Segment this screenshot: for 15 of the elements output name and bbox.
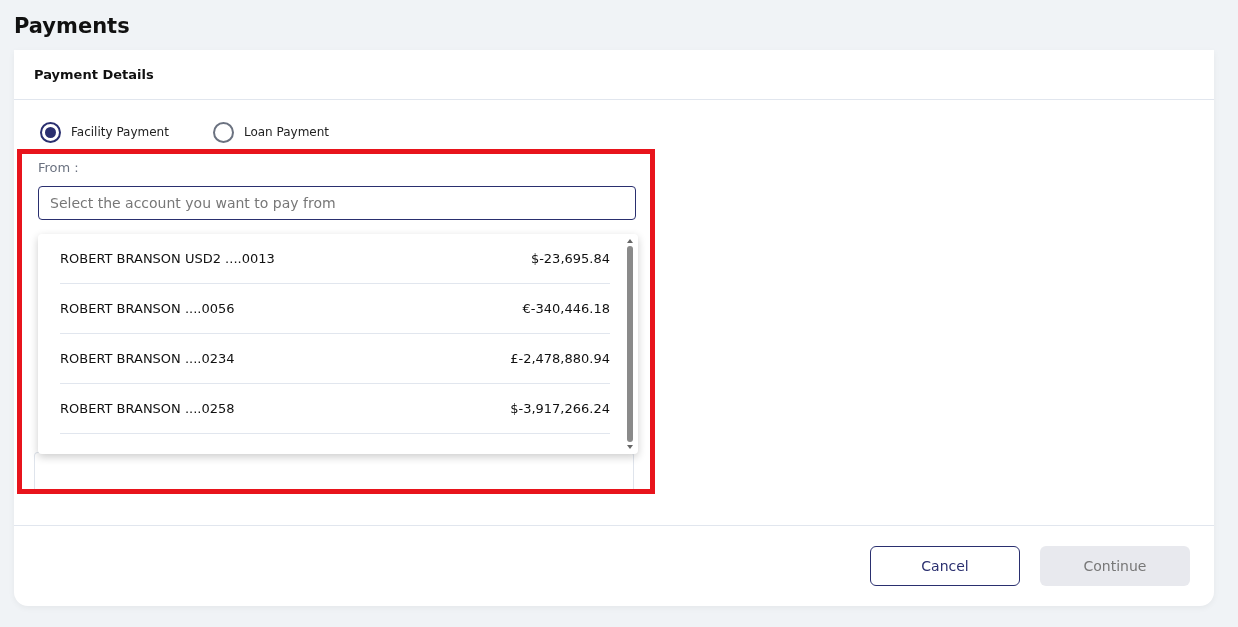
radio-button-icon[interactable] bbox=[40, 121, 61, 143]
scroll-up-icon[interactable] bbox=[626, 238, 634, 244]
account-select-field[interactable]: Select the account you want to pay from bbox=[38, 186, 636, 220]
account-option[interactable]: ROBERT BRANSON ....0234 £-2,478,880.94 bbox=[60, 334, 610, 384]
radio-button-icon[interactable] bbox=[212, 121, 234, 143]
scroll-down-icon[interactable] bbox=[626, 444, 634, 450]
cancel-button[interactable]: Cancel bbox=[870, 546, 1020, 586]
account-option[interactable]: ROBERT BRANSON ....0258 $-3,917,266.24 bbox=[60, 384, 610, 434]
radio-option[interactable]: Loan Payment bbox=[212, 117, 330, 147]
card-title: Payment Details bbox=[34, 67, 154, 82]
account-option[interactable]: ROBERT BRANSON USD2 ....0013 $-23,695.84 bbox=[60, 234, 610, 284]
field-label: From : bbox=[38, 160, 79, 175]
account-option[interactable]: ROBERT BRANSON ....0056 €-340,446.18 bbox=[60, 284, 610, 334]
page-title: Payments bbox=[14, 13, 130, 40]
radio-option[interactable]: Facility Payment bbox=[40, 117, 169, 147]
